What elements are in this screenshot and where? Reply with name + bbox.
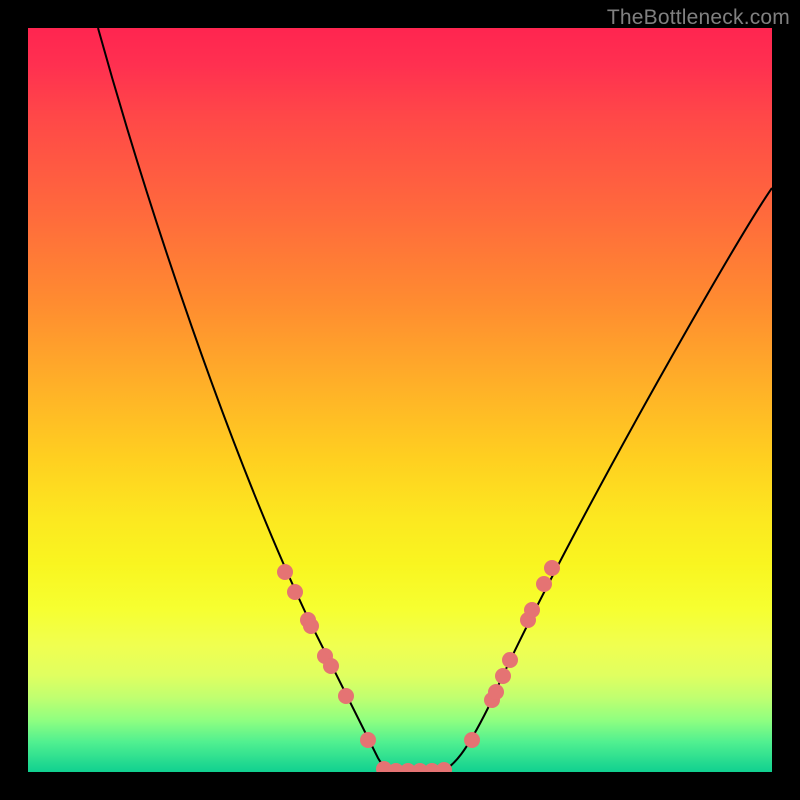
curve-group xyxy=(98,28,772,772)
data-marker xyxy=(488,684,504,700)
data-marker xyxy=(277,564,293,580)
curve-left xyxy=(98,28,398,772)
data-marker xyxy=(287,584,303,600)
data-marker xyxy=(502,652,518,668)
data-marker xyxy=(338,688,354,704)
watermark-text: TheBottleneck.com xyxy=(607,6,790,30)
data-marker xyxy=(360,732,376,748)
chart-area xyxy=(28,28,772,772)
markers-group xyxy=(277,560,560,772)
curve-right xyxy=(398,188,772,772)
data-marker xyxy=(436,762,452,772)
data-marker xyxy=(303,618,319,634)
data-marker xyxy=(323,658,339,674)
data-marker xyxy=(544,560,560,576)
chart-svg xyxy=(28,28,772,772)
data-marker xyxy=(524,602,540,618)
data-marker xyxy=(495,668,511,684)
data-marker xyxy=(536,576,552,592)
data-marker xyxy=(464,732,480,748)
